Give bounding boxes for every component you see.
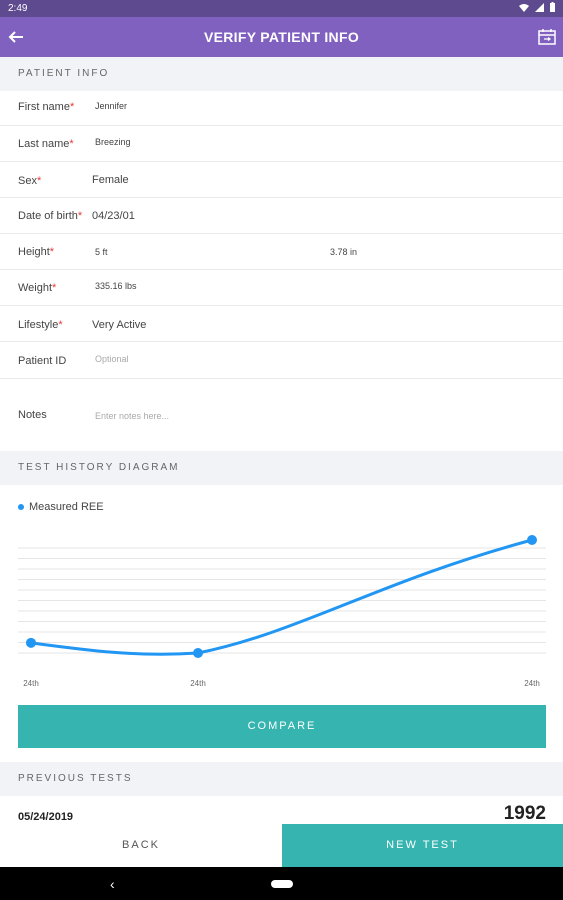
sex-row[interactable]: Sex* Female [0,162,563,198]
first-name-field[interactable]: Jennifer [95,101,127,111]
height-label: Height* [18,246,55,258]
signal-icon [535,2,544,12]
battery-icon [550,2,555,12]
first-name-row[interactable]: First name* Jennifer [0,91,563,126]
nav-back-icon[interactable]: ‹ [110,876,115,892]
dob-label: Date of birth* [18,210,83,222]
height-inches-field[interactable]: 3.78 in [330,247,357,257]
chart-legend: Measured REE [18,501,104,513]
nav-home-icon[interactable] [271,880,293,888]
notes-label: Notes [18,409,47,421]
wifi-icon [519,3,529,12]
first-name-label: First name* [18,101,75,113]
patient-id-field[interactable]: Optional [95,354,129,364]
last-name-field[interactable]: Breezing [95,137,131,147]
notes-row[interactable]: Notes Enter notes here... [0,379,563,451]
patient-info-header: PATIENT INFO [0,57,563,91]
calendar-icon[interactable] [537,27,557,47]
x-tick-label: 24th [190,679,206,688]
chart-points [26,535,537,658]
status-time: 2:49 [8,3,28,14]
previous-test-value: 1992 [503,803,546,824]
last-name-row[interactable]: Last name* Breezing [0,126,563,162]
new-test-button[interactable]: NEW TEST [282,824,563,867]
x-tick-label: 24th [23,679,39,688]
data-point-2 [527,535,537,545]
legend-label: Measured REE [29,501,104,513]
data-point-1 [193,648,203,658]
chart-x-ticks: 24th 24th 24th [23,679,540,688]
sex-label: Sex* [18,175,42,187]
notes-field[interactable]: Enter notes here... [95,411,169,421]
previous-test-date: 05/24/2019 [18,811,74,823]
lifestyle-select[interactable]: Very Active [92,319,146,331]
weight-row[interactable]: Weight* 335.16 lbs [0,270,563,306]
previous-tests-header: PREVIOUS TESTS [0,762,563,796]
height-row[interactable]: Height* 5 ft 3.78 in [0,234,563,270]
data-point-0 [26,637,36,648]
series-line-measured-ree [29,538,534,656]
weight-label: Weight* [18,282,57,294]
chart-grid [18,547,546,654]
last-name-label: Last name* [18,138,74,150]
lifestyle-label: Lifestyle* [18,319,63,331]
patient-id-label: Patient ID [18,355,67,367]
compare-button[interactable]: COMPARE [18,705,546,748]
x-tick-label: 24th [524,679,540,688]
dob-row[interactable]: Date of birth* 04/23/01 [0,198,563,234]
patient-id-row[interactable]: Patient ID Optional [0,342,563,379]
page-title: VERIFY PATIENT INFO [203,29,360,45]
dob-field[interactable]: 04/23/01 [92,210,135,222]
sex-select[interactable]: Female [92,174,129,186]
app-bar: VERIFY PATIENT INFO [0,17,563,57]
test-history-chart: 24th 24th 24th [18,535,546,688]
lifestyle-row[interactable]: Lifestyle* Very Active [0,306,563,342]
back-button[interactable]: BACK [0,824,282,867]
legend-dot-icon [18,504,24,510]
weight-field[interactable]: 335.16 lbs [95,281,137,291]
height-feet-field[interactable]: 5 ft [95,247,108,257]
test-history-header: TEST HISTORY DIAGRAM [0,451,563,485]
status-bar: 2:49 [0,0,563,17]
system-nav-bar: ‹ [0,867,563,900]
